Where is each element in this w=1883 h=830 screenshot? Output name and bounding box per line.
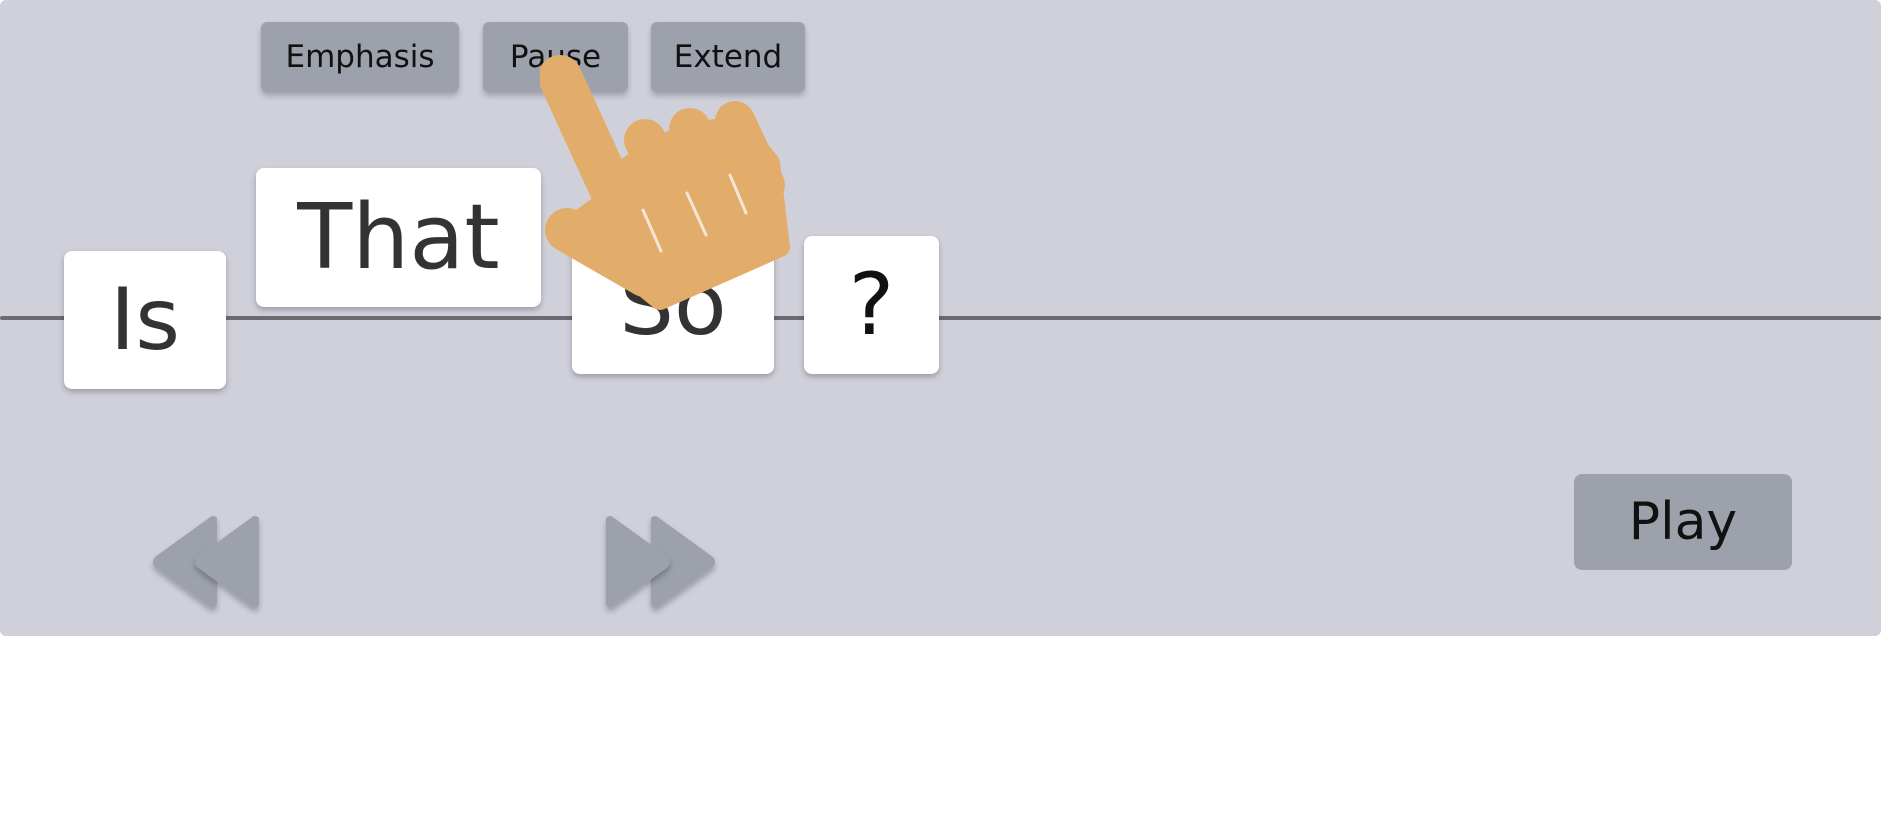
- pause-button[interactable]: Pause: [483, 22, 628, 92]
- sentence-builder-panel: Emphasis Pause Extend Is That So ? Play: [0, 0, 1881, 636]
- word-card-is[interactable]: Is: [64, 251, 226, 389]
- play-button[interactable]: Play: [1574, 474, 1792, 570]
- emphasis-button[interactable]: Emphasis: [261, 22, 459, 92]
- extend-button[interactable]: Extend: [651, 22, 805, 92]
- word-card-question-mark[interactable]: ?: [804, 236, 939, 374]
- rewind-icon[interactable]: [145, 510, 270, 615]
- pitch-baseline: [0, 316, 1881, 320]
- word-card-so[interactable]: So: [572, 236, 774, 374]
- fast-forward-icon[interactable]: [598, 510, 723, 615]
- word-card-that[interactable]: That: [256, 168, 541, 307]
